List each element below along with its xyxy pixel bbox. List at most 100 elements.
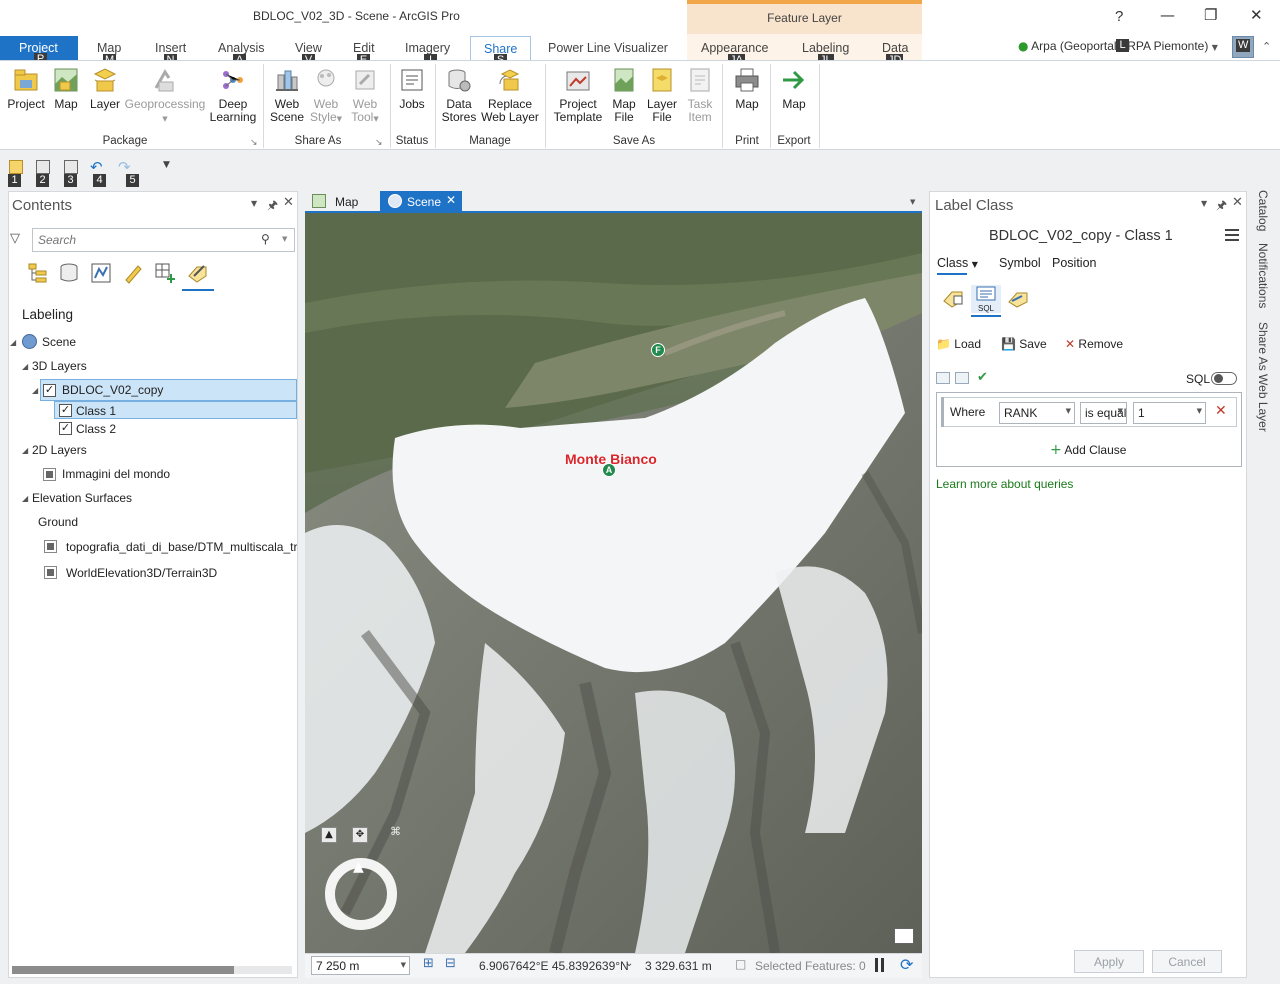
list-by-snapping-icon[interactable] bbox=[154, 262, 176, 284]
open-project-icon[interactable] bbox=[36, 160, 50, 174]
clause-mode-icon[interactable] bbox=[936, 372, 950, 384]
class2-checkbox[interactable]: ✓ bbox=[59, 422, 72, 435]
save-button[interactable]: 💾 Save bbox=[1001, 337, 1047, 351]
sql-toggle-switch[interactable] bbox=[1211, 372, 1237, 385]
tree-ground[interactable]: Ground bbox=[38, 515, 78, 529]
expand-caret-icon[interactable]: ◢ bbox=[10, 338, 16, 347]
close-button[interactable]: ✕ bbox=[1250, 6, 1263, 24]
immagini-checkbox[interactable] bbox=[43, 468, 56, 481]
view-tabs-dropdown-icon[interactable]: ▼ bbox=[910, 198, 915, 206]
tree-bdloc-layer[interactable]: BDLOC_V02_copy bbox=[62, 383, 163, 397]
tab-map[interactable]: Map bbox=[97, 41, 121, 55]
filter-icon[interactable]: ▽ bbox=[10, 231, 20, 246]
heads-up-display-icon[interactable]: ⌘ bbox=[390, 825, 401, 838]
search-input[interactable] bbox=[38, 230, 258, 250]
pin-icon[interactable]: 🖈 bbox=[267, 196, 278, 217]
help-icon[interactable]: ? bbox=[1115, 8, 1123, 25]
package-map-button[interactable]: Map bbox=[50, 66, 82, 111]
package-project-button[interactable]: Project bbox=[6, 66, 46, 111]
learn-more-link[interactable]: Learn more about queries bbox=[936, 477, 1073, 491]
print-map-button[interactable]: Map bbox=[728, 66, 766, 111]
tab-position[interactable]: Position bbox=[1052, 256, 1096, 270]
customize-qat-icon[interactable]: ▼ bbox=[163, 160, 170, 170]
sql-query-tab[interactable]: SQL bbox=[971, 285, 1001, 313]
tab-imagery[interactable]: Imagery bbox=[405, 41, 450, 55]
save-as-task-item-button[interactable]: Task Item bbox=[683, 66, 717, 124]
add-clause-button[interactable]: + Add Clause bbox=[1050, 442, 1126, 458]
tab-class[interactable]: Class ▼ bbox=[937, 256, 978, 270]
export-map-button[interactable]: Map bbox=[775, 66, 813, 111]
tree-elevation-surfaces[interactable]: Elevation Surfaces bbox=[32, 491, 132, 505]
apply-button[interactable]: Apply bbox=[1074, 950, 1144, 973]
pane-menu-icon[interactable]: ▼ bbox=[1201, 199, 1207, 208]
tab-appearance[interactable]: Appearance bbox=[701, 41, 768, 55]
pin-icon[interactable]: 🖈 bbox=[1216, 196, 1227, 217]
scale-selector[interactable]: 7 250 m ▼ bbox=[311, 956, 410, 975]
tab-symbol[interactable]: Symbol bbox=[999, 256, 1041, 270]
close-pane-icon[interactable]: ✕ bbox=[1232, 195, 1243, 210]
hamburger-menu-icon[interactable] bbox=[1225, 229, 1239, 241]
list-by-labeling-icon[interactable] bbox=[186, 262, 210, 284]
expand-caret-icon[interactable]: ◢ bbox=[22, 494, 28, 503]
navigator-collapse-icon[interactable]: ▲ bbox=[321, 827, 337, 843]
expand-caret-icon[interactable]: ◢ bbox=[22, 446, 28, 455]
tree-class-2[interactable]: Class 2 bbox=[76, 422, 116, 436]
tree-class-1[interactable]: Class 1 bbox=[76, 404, 116, 418]
scrollbar-thumb[interactable] bbox=[12, 966, 234, 974]
list-by-selection-icon[interactable] bbox=[90, 262, 112, 284]
tree-world-elevation[interactable]: WorldElevation3D/Terrain3D bbox=[66, 566, 217, 580]
new-project-icon[interactable] bbox=[9, 160, 23, 174]
class1-checkbox[interactable]: ✓ bbox=[59, 404, 72, 417]
field-select[interactable]: RANK ▼ bbox=[999, 402, 1075, 424]
contents-horizontal-scrollbar[interactable] bbox=[12, 966, 292, 974]
list-by-drawing-order-icon[interactable] bbox=[27, 262, 49, 284]
cancel-button[interactable]: Cancel bbox=[1152, 950, 1222, 973]
list-by-data-source-icon[interactable] bbox=[58, 262, 80, 284]
close-pane-icon[interactable]: ✕ bbox=[283, 195, 294, 210]
manage-replace-web-layer-button[interactable]: Replace Web Layer bbox=[480, 66, 540, 124]
chevron-down-icon[interactable]: ⌄ bbox=[625, 958, 633, 969]
map-marker-a[interactable]: A bbox=[602, 463, 616, 477]
terrain-imagery[interactable] bbox=[305, 213, 922, 953]
delete-clause-icon[interactable]: ✕ bbox=[1215, 403, 1227, 419]
world-elevation-checkbox[interactable] bbox=[44, 566, 57, 579]
save-as-map-file-button[interactable]: Map File bbox=[607, 66, 641, 124]
load-button[interactable]: 📁 Load bbox=[936, 337, 981, 351]
tree-scene[interactable]: Scene bbox=[42, 335, 76, 349]
chevron-down-icon[interactable]: ▼ bbox=[282, 235, 287, 243]
clause-row-handle[interactable] bbox=[941, 397, 944, 427]
collapse-ribbon-icon[interactable]: ⌃ bbox=[1262, 40, 1271, 53]
manage-data-stores-button[interactable]: Data Stores bbox=[440, 66, 478, 124]
label-class-properties-icon[interactable] bbox=[942, 287, 966, 309]
save-as-layer-file-button[interactable]: Layer File bbox=[644, 66, 680, 124]
tree-immagini-del-mondo[interactable]: Immagini del mondo bbox=[62, 467, 170, 481]
package-geoprocessing-button[interactable]: Geoprocessing ▼ bbox=[124, 66, 206, 126]
map-tips-icon[interactable] bbox=[894, 928, 914, 944]
save-project-icon[interactable] bbox=[64, 160, 78, 174]
tab-labeling[interactable]: Labeling bbox=[802, 41, 849, 55]
pause-drawing-icon[interactable] bbox=[875, 958, 878, 972]
side-tab-share-as-web-layer[interactable]: Share As Web Layer bbox=[1256, 322, 1270, 432]
maximize-button[interactable]: ❐ bbox=[1204, 6, 1217, 24]
refresh-icon[interactable]: ⟳ bbox=[900, 955, 913, 974]
close-tab-icon[interactable]: ✕ bbox=[446, 193, 456, 207]
tab-data[interactable]: Data bbox=[882, 41, 908, 55]
expand-caret-icon[interactable]: ◢ bbox=[32, 386, 38, 395]
tab-insert[interactable]: Insert bbox=[155, 41, 186, 55]
tree-3d-layers[interactable]: 3D Layers bbox=[32, 359, 87, 373]
contents-search-box[interactable]: ⚲ ▼ bbox=[32, 228, 295, 252]
remove-button[interactable]: ✕ Remove bbox=[1065, 337, 1123, 351]
pane-menu-icon[interactable]: ▼ bbox=[251, 199, 257, 208]
share-web-style-button[interactable]: Web Style▼ bbox=[307, 66, 345, 126]
go-to-xy-icon[interactable]: ⊞ bbox=[423, 956, 434, 971]
save-as-project-template-button[interactable]: Project Template bbox=[550, 66, 606, 124]
label-placement-icon[interactable] bbox=[1006, 287, 1032, 309]
full-extent-icon[interactable]: ✥ bbox=[352, 827, 368, 843]
share-as-launcher-icon[interactable]: ↘ bbox=[375, 138, 383, 148]
dtm-checkbox[interactable] bbox=[44, 540, 57, 553]
tree-dtm-layer[interactable]: topografia_dati_di_base/DTM_multiscala_t… bbox=[66, 540, 297, 554]
package-layer-button[interactable]: Layer bbox=[88, 66, 122, 111]
scene-view[interactable]: F Monte Bianco A ▲ ✥ ⌘ ▲ bbox=[305, 213, 922, 953]
expand-caret-icon[interactable]: ◢ bbox=[22, 362, 28, 371]
tab-power-line-visualizer[interactable]: Power Line Visualizer bbox=[548, 41, 668, 55]
